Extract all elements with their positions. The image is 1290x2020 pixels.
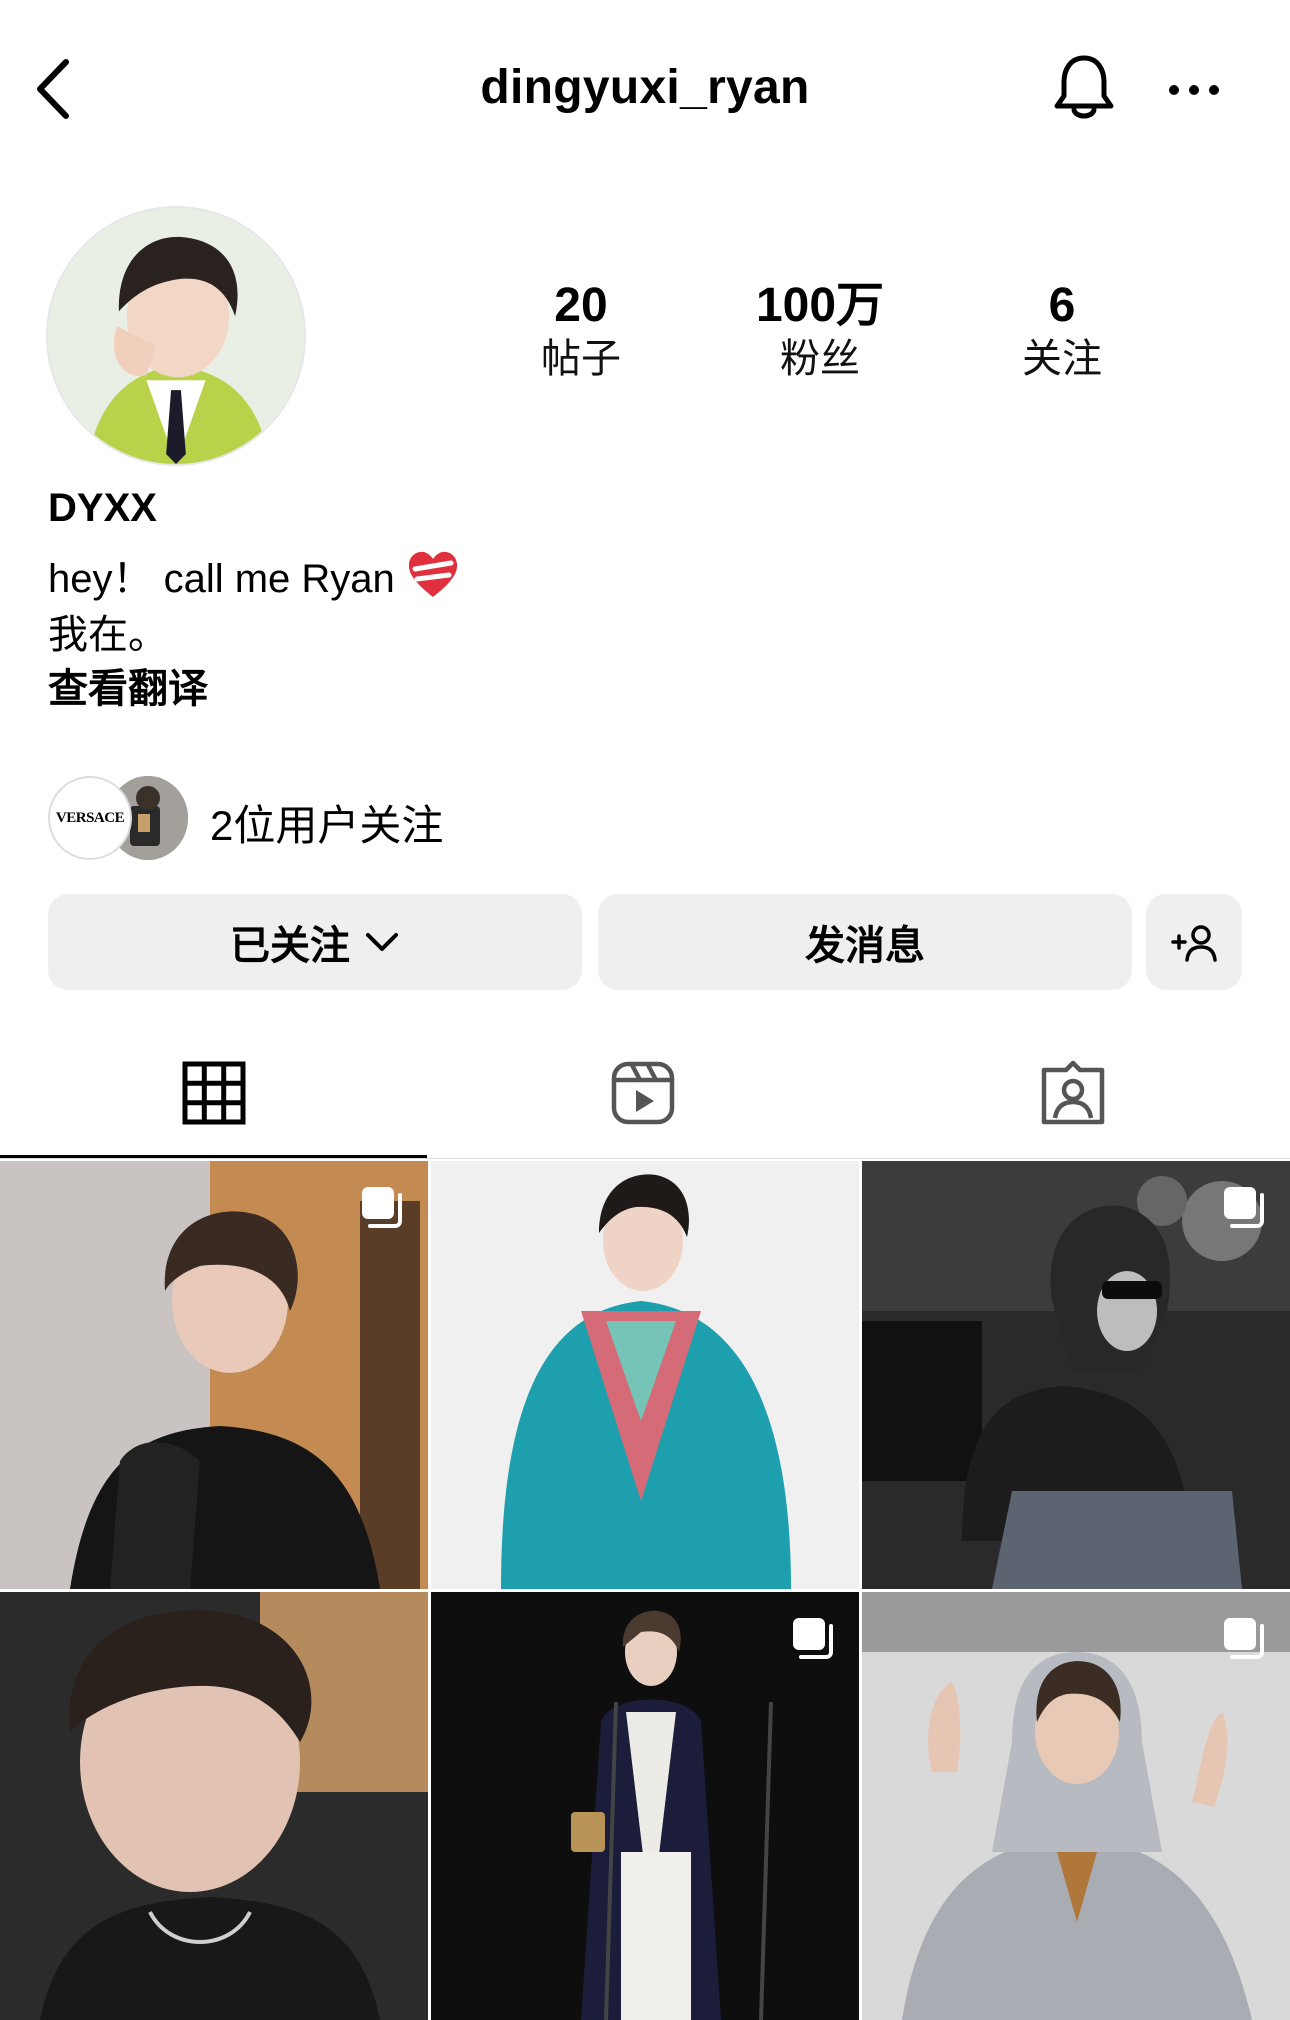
suggest-users-button[interactable] bbox=[1146, 894, 1242, 990]
multi-photo-icon bbox=[1224, 1187, 1264, 1228]
multi-photo-icon bbox=[362, 1187, 402, 1228]
bio-line-1-text: hey！ call me Ryan bbox=[48, 557, 395, 601]
stat-followers-value: 100万 bbox=[755, 279, 885, 332]
stat-following[interactable]: 6 关注 bbox=[942, 278, 1182, 384]
multi-photo-icon bbox=[793, 1618, 833, 1659]
multi-photo-icon bbox=[1224, 1618, 1264, 1659]
bio-line-1: hey！ call me Ryan bbox=[48, 546, 461, 604]
profile-avatar[interactable] bbox=[46, 206, 306, 466]
message-button[interactable]: 发消息 bbox=[598, 894, 1132, 990]
post-thumbnail[interactable] bbox=[431, 1592, 859, 2020]
grid-icon[interactable] bbox=[181, 1060, 247, 1126]
post-thumbnail[interactable] bbox=[431, 1161, 859, 1589]
post-thumbnail[interactable] bbox=[862, 1161, 1290, 1589]
more-horizontal-icon[interactable] bbox=[1166, 76, 1222, 104]
post-thumbnail[interactable] bbox=[0, 1592, 428, 2020]
tabs-divider bbox=[0, 1158, 1290, 1159]
post-photo-4 bbox=[0, 1592, 428, 2020]
see-translation-link[interactable]: 查看翻译 bbox=[48, 656, 208, 714]
following-button-label: 已关注 bbox=[230, 924, 350, 968]
tagged-icon[interactable] bbox=[1040, 1060, 1106, 1126]
stat-followers[interactable]: 100万 粉丝 bbox=[700, 278, 940, 384]
message-button-label: 发消息 bbox=[805, 924, 925, 968]
stat-posts-value: 20 bbox=[554, 279, 608, 332]
post-thumbnail[interactable] bbox=[0, 1161, 428, 1589]
add-person-icon bbox=[1171, 925, 1217, 962]
reels-icon[interactable] bbox=[610, 1060, 676, 1126]
display-name: DYXX bbox=[48, 486, 157, 530]
follower-avatar-versace[interactable]: VERSACE bbox=[48, 776, 132, 860]
stat-posts-label: 帖子 bbox=[541, 337, 621, 381]
mending-heart-icon bbox=[408, 551, 457, 597]
stat-following-value: 6 bbox=[1048, 279, 1076, 332]
stat-followers-label: 粉丝 bbox=[780, 337, 860, 381]
chevron-down-icon bbox=[366, 933, 398, 951]
bell-icon[interactable] bbox=[1052, 52, 1116, 124]
bio-line-2: 我在。 bbox=[48, 613, 168, 657]
followed-by-text[interactable]: 2位用户关注 bbox=[210, 792, 443, 853]
post-photo-2 bbox=[431, 1161, 859, 1589]
stat-posts[interactable]: 20 帖子 bbox=[461, 278, 701, 384]
post-thumbnail[interactable] bbox=[862, 1592, 1290, 2020]
avatar-photo bbox=[48, 208, 304, 464]
following-button[interactable]: 已关注 bbox=[48, 894, 582, 990]
stat-following-label: 关注 bbox=[1022, 337, 1102, 381]
